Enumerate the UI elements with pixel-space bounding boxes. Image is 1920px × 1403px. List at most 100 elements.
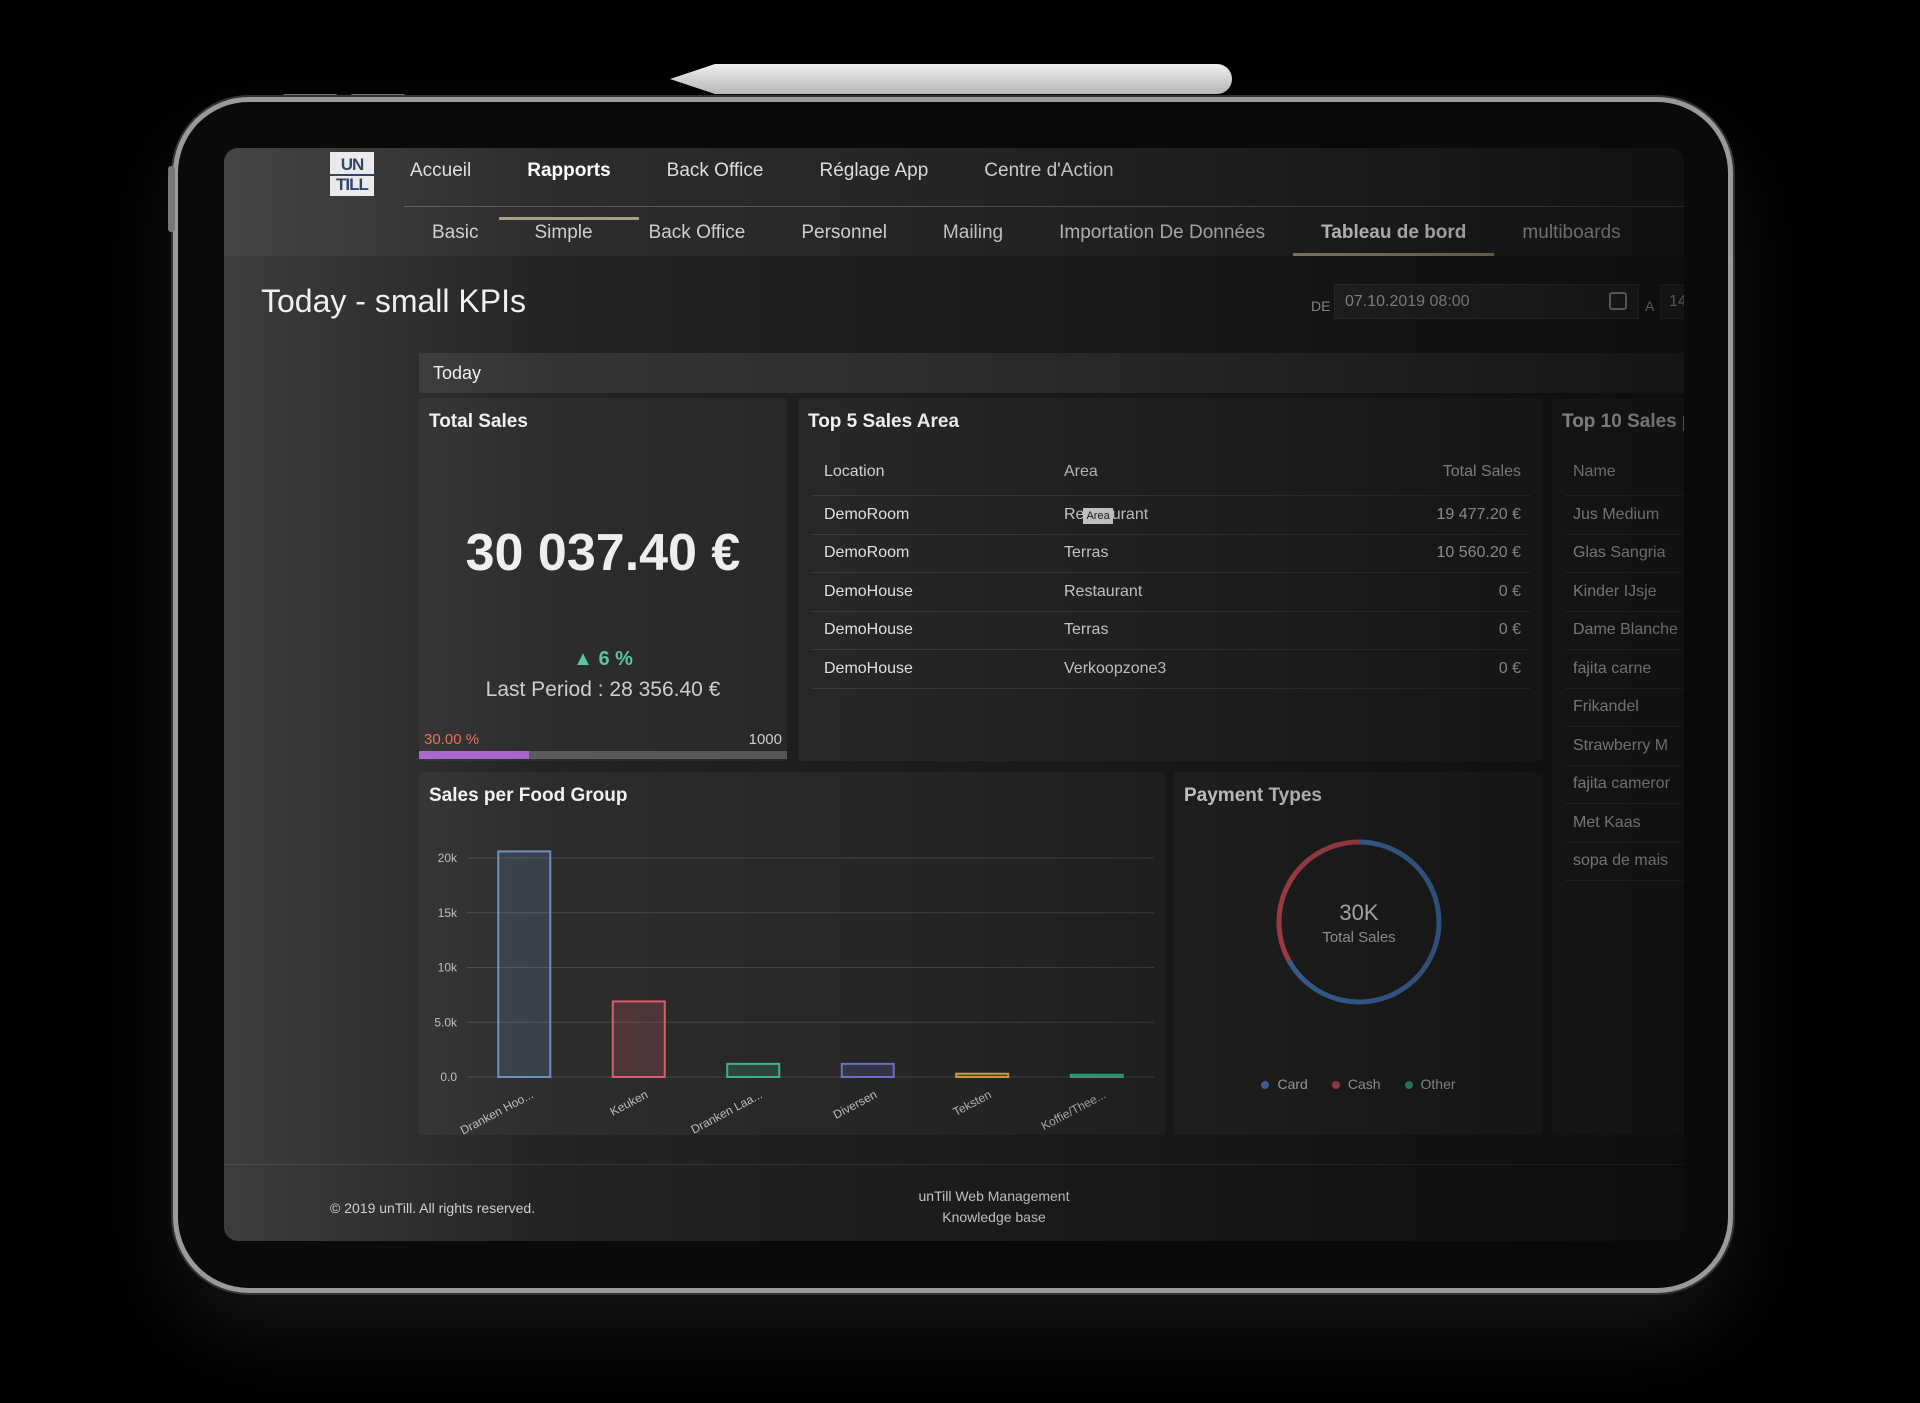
copyright: © 2019 unTill. All rights reserved. xyxy=(330,1200,536,1216)
arrow-up-icon: ▲ xyxy=(573,648,593,670)
top10-table: Name Jus Medium Glas Sangria Kinder IJsje Da… xyxy=(1565,448,1684,881)
sub-nav-item[interactable]: multiboards xyxy=(1494,210,1648,254)
knowledge-base-link[interactable]: Knowledge base xyxy=(844,1209,1144,1225)
nav-item[interactable]: Back Office xyxy=(639,148,792,208)
to-date-input[interactable]: 14 xyxy=(1660,284,1684,319)
table-cell: Glas Sangria xyxy=(1573,544,1666,562)
nav-item[interactable]: Centre d'Action xyxy=(956,148,1141,208)
device-button xyxy=(168,166,175,232)
table-cell: DemoRoom xyxy=(824,505,910,523)
table-row[interactable]: Kinder IJsje xyxy=(1565,573,1684,612)
food-group-chart: 0.0 5.0k 10k 15k 20k Dranken Hoo... Keuken Dran… xyxy=(434,850,1154,1135)
table-row[interactable]: DemoHouse Terras 0 € xyxy=(811,612,1531,650)
last-period: Last Period : 28 356.40 € xyxy=(485,678,721,701)
table-cell: 19 477.20 € xyxy=(1436,505,1521,523)
table-cell: Strawberry M xyxy=(1573,736,1669,754)
table-cell: DemoHouse xyxy=(824,621,913,639)
table-row[interactable]: Glas Sangria xyxy=(1565,535,1684,573)
nav-item[interactable]: Accueil xyxy=(382,148,499,208)
y-tick-label: 15k xyxy=(438,906,458,920)
table-cell: 0 € xyxy=(1498,621,1521,639)
legend-item[interactable]: Card xyxy=(1261,1076,1308,1092)
table-cell: Restaurant xyxy=(1064,582,1143,600)
sub-nav: Basic Simple Back Office Personnel Mailing Im… xyxy=(404,210,1649,256)
table-cell: 0 € xyxy=(1498,582,1521,600)
donut-center-value: 30K xyxy=(1339,900,1378,925)
change-indicator: ▲ 6 % xyxy=(419,648,787,671)
legend-item[interactable]: Cash xyxy=(1331,1076,1381,1092)
legend-dot xyxy=(1404,1081,1413,1089)
table-row[interactable]: fajita cameror xyxy=(1565,766,1684,804)
table-cell: fajita carne xyxy=(1573,659,1652,677)
table-cell: Terras xyxy=(1064,544,1109,562)
sub-nav-item[interactable]: Simple xyxy=(506,210,620,254)
table-cell: Verkoopzone3 xyxy=(1064,659,1167,677)
card-title: Top 5 Sales Area xyxy=(808,411,960,432)
sub-nav-item[interactable]: Tableau de bord xyxy=(1293,210,1495,256)
x-tick-label: Teksten xyxy=(951,1087,994,1119)
bar[interactable] xyxy=(611,1000,666,1079)
sub-nav-item[interactable]: Importation De Données xyxy=(1031,210,1293,254)
top10-card: Top 10 Sales p Name Jus Medium Glas Sangri… xyxy=(1552,398,1684,1135)
donut-center-label: Total Sales xyxy=(1322,929,1395,946)
table-row[interactable]: fajita carne xyxy=(1565,650,1684,689)
table-row[interactable]: DemoRoom Terras 10 560.20 € xyxy=(811,535,1531,573)
column-header[interactable]: Total Sales xyxy=(1391,463,1531,481)
section-header[interactable]: Today xyxy=(419,353,1684,393)
y-tick-label: 0.0 xyxy=(440,1070,457,1084)
bar[interactable] xyxy=(1069,1073,1124,1078)
y-tick-label: 10k xyxy=(438,961,458,975)
card-title: Top 10 Sales p xyxy=(1562,411,1684,432)
sub-nav-item[interactable]: Basic xyxy=(404,210,506,254)
table-row[interactable]: Dame Blanche xyxy=(1565,612,1684,650)
legend-label: Cash xyxy=(1347,1076,1381,1092)
y-tick-label: 5.0k xyxy=(434,1015,458,1029)
chart-legend: Card Cash Other xyxy=(1174,1076,1543,1092)
bar[interactable] xyxy=(955,1072,1010,1078)
from-date-input[interactable]: 07.10.2019 08:00 xyxy=(1334,284,1639,319)
table-row[interactable]: Met Kaas xyxy=(1565,804,1684,843)
progress-label: 30.00 % xyxy=(424,731,480,748)
column-header[interactable]: Location xyxy=(811,463,1051,481)
sub-nav-item[interactable]: Mailing xyxy=(915,210,1031,254)
nav-item[interactable]: Rapports xyxy=(499,148,640,220)
web-management-link[interactable]: unTill Web Management xyxy=(844,1188,1144,1204)
table-cell: Frikandel xyxy=(1573,698,1639,716)
table-row[interactable]: Frikandel xyxy=(1565,689,1684,727)
untill-logo[interactable]: UN TILL xyxy=(330,152,374,196)
app-screen: UN TILL Accueil Rapports Back Office Réglage… xyxy=(224,148,1684,1241)
table-row[interactable]: Strawberry M xyxy=(1565,727,1684,766)
calendar-icon[interactable] xyxy=(1609,292,1627,310)
sub-nav-item[interactable]: Back Office xyxy=(621,210,774,254)
table-cell: Dame Blanche xyxy=(1573,621,1678,639)
top5-table: Location Area Total Sales DemoRoom Re Area ura… xyxy=(811,448,1531,689)
table-row[interactable]: sopa de mais xyxy=(1565,843,1684,881)
bar[interactable] xyxy=(840,1062,895,1078)
table-cell: Jus Medium xyxy=(1573,505,1660,523)
nav-item[interactable]: Réglage App xyxy=(791,148,956,208)
table-header: Name xyxy=(1565,448,1684,496)
column-header[interactable]: Name xyxy=(1565,463,1684,481)
table-cell: 10 560.20 € xyxy=(1436,544,1521,562)
bar[interactable] xyxy=(497,850,552,1079)
table-row[interactable]: DemoHouse Verkoopzone3 0 € xyxy=(811,650,1531,689)
progress-fill xyxy=(419,751,530,759)
card-title: Total Sales xyxy=(429,411,528,432)
table-row[interactable]: Jus Medium xyxy=(1565,496,1684,535)
tooltip: Area xyxy=(1083,507,1113,524)
table-cell: DemoHouse xyxy=(824,659,913,677)
table-row[interactable]: DemoHouse Restaurant 0 € xyxy=(811,573,1531,612)
table-cell: Re Area urant xyxy=(1064,505,1149,524)
bar[interactable] xyxy=(726,1062,781,1078)
table-row[interactable]: DemoRoom Re Area urant 19 477.20 € xyxy=(811,496,1531,535)
x-tick-label: Diversen xyxy=(831,1087,879,1122)
legend-dot xyxy=(1261,1081,1270,1089)
x-tick-label: Keuken xyxy=(608,1087,651,1118)
column-header[interactable]: Area xyxy=(1051,463,1391,481)
nav-divider xyxy=(404,206,1684,207)
sub-nav-item[interactable]: Personnel xyxy=(773,210,915,254)
table-cell: DemoRoom xyxy=(824,544,910,562)
payment-types-card: Payment Types 30K Total Sales Card Cash Oth… xyxy=(1174,772,1543,1135)
table-cell: sopa de mais xyxy=(1573,852,1669,870)
legend-item[interactable]: Other xyxy=(1404,1076,1456,1092)
